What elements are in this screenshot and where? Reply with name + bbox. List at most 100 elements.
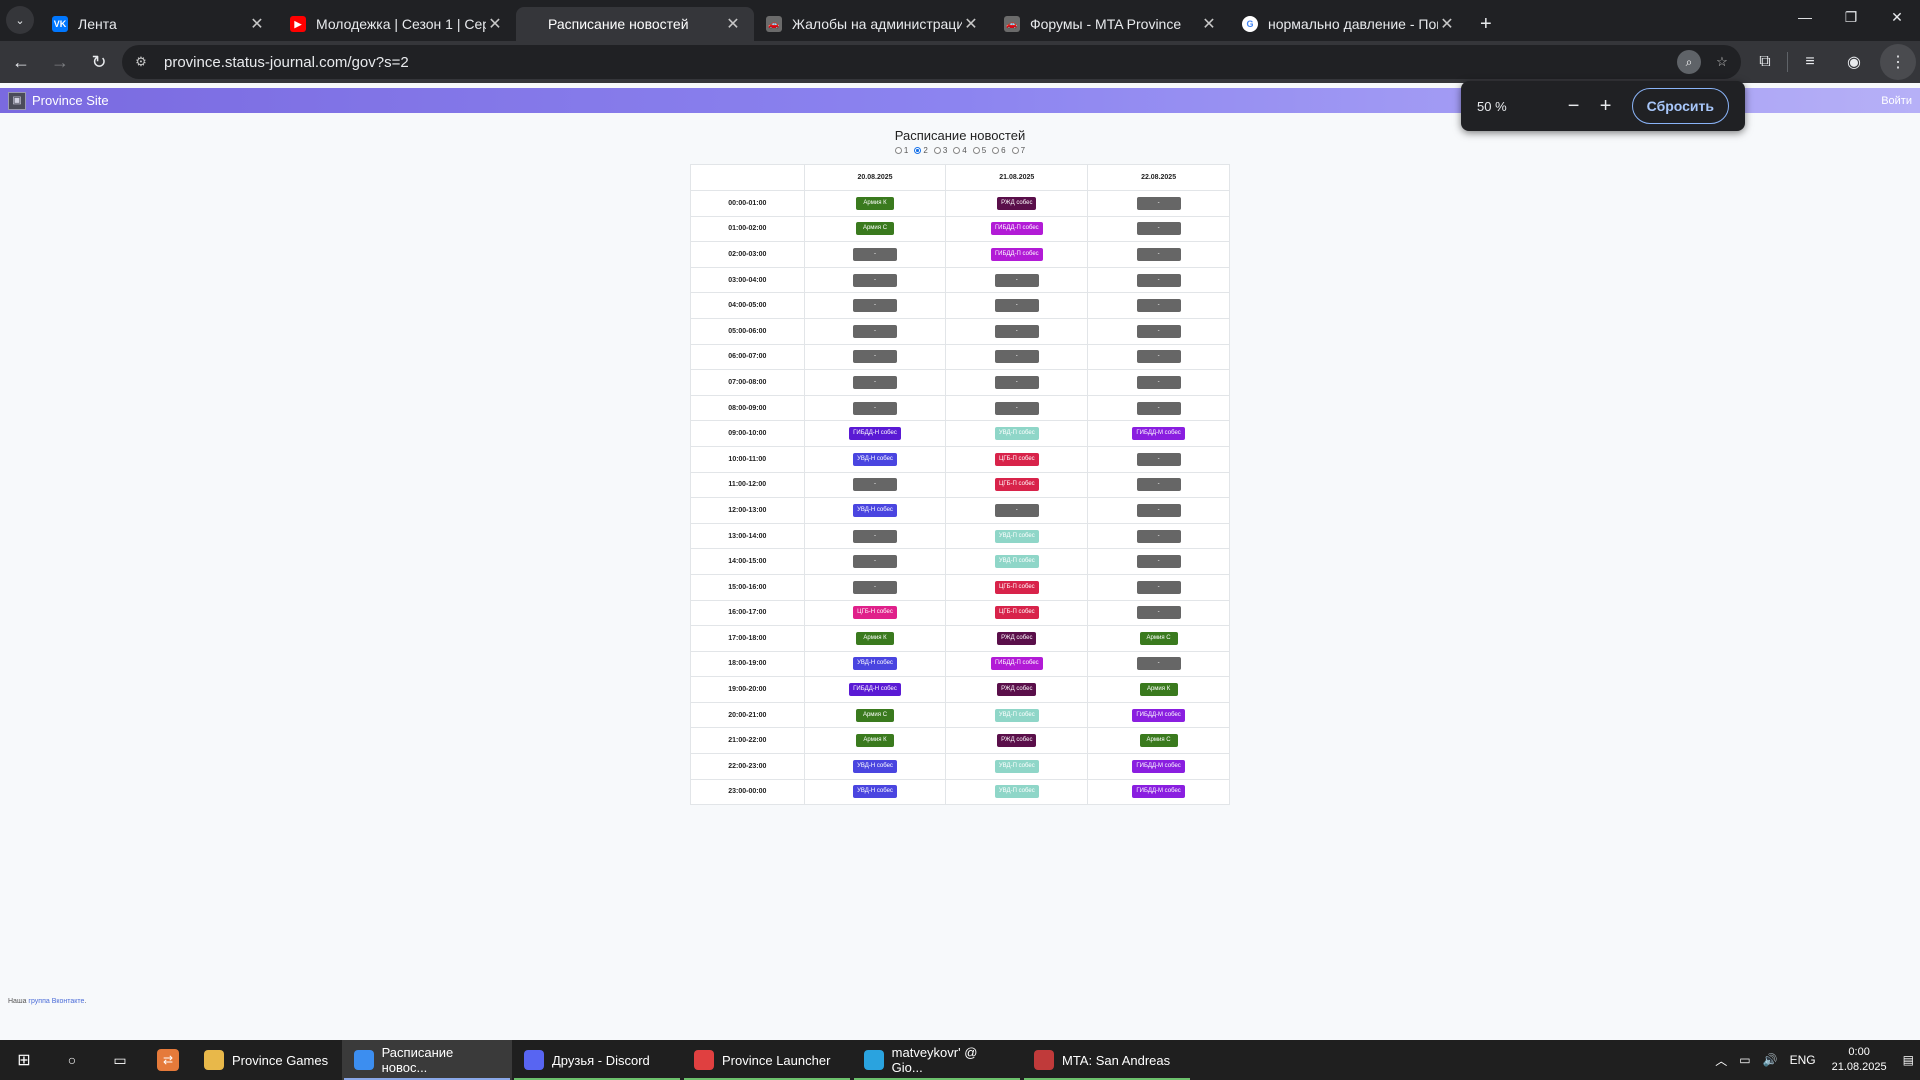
event-badge: - — [853, 529, 898, 543]
url-text[interactable]: province.status-journal.com/gov?s=2 — [164, 54, 1677, 71]
volume-icon[interactable]: 🔊 — [1757, 1053, 1784, 1067]
footer-prefix: Наша — [8, 998, 29, 1005]
close-tab-icon[interactable]: ✕ — [1200, 14, 1218, 34]
new-tab-button[interactable]: + — [1468, 7, 1504, 41]
browser-tab[interactable]: 🚗 Жалобы на администрацию /✕ — [754, 7, 992, 41]
schedule-cell: - — [945, 369, 1089, 396]
schedule-cell: ЦГБ-П собес — [945, 445, 1089, 473]
page-radio[interactable]: 7 — [1011, 146, 1025, 155]
tab-title: Молодежка | Сезон 1 | Серия — [316, 16, 486, 32]
page-radio[interactable]: 3 — [933, 146, 947, 155]
radio-button[interactable] — [914, 147, 922, 154]
event-badge: Армия С — [856, 708, 895, 722]
task-view-icon[interactable]: ▭ — [96, 1040, 144, 1080]
vk-group-link[interactable]: группа Вконтакте — [28, 998, 84, 1005]
window-controls: — ❐ ✕ — [1782, 0, 1920, 34]
login-link[interactable]: Войти — [1881, 95, 1912, 107]
taskbar-app[interactable]: Расписание новос... — [342, 1040, 512, 1080]
zoom-icon[interactable]: ⌕ — [1677, 50, 1701, 74]
forward-button[interactable]: → — [42, 44, 78, 80]
clock[interactable]: 0:00 21.08.2025 — [1822, 1045, 1897, 1075]
page-radio[interactable]: 5 — [972, 146, 987, 155]
schedule-cell: ГИБДД-Н собес — [803, 676, 947, 703]
radio-label: 5 — [981, 146, 987, 155]
schedule-cell: УВД-П собес — [945, 701, 1089, 729]
restore-button[interactable]: ❐ — [1828, 0, 1874, 34]
tab-search-button[interactable]: ⌄ — [6, 6, 34, 34]
search-icon[interactable]: ○ — [48, 1040, 96, 1080]
event-badge: Армия С — [856, 222, 895, 236]
radio-button[interactable] — [953, 147, 961, 154]
schedule-cell: - — [803, 522, 947, 550]
close-tab-icon[interactable]: ✕ — [962, 14, 980, 34]
page-radio[interactable]: 1 — [894, 146, 908, 155]
close-tab-icon[interactable]: ✕ — [486, 14, 504, 34]
browser-tab[interactable]: Расписание новостей ✕ — [516, 7, 754, 41]
page-selector: 1 2 3 4 5 6 7 — [0, 146, 1920, 155]
windows-start-icon[interactable]: ⊞ — [0, 1040, 48, 1080]
time-slot: 22:00-23:00 — [690, 753, 805, 780]
extensions-icon[interactable]: ⧉ — [1747, 44, 1783, 80]
pinned-app-icon[interactable]: ⇄ — [144, 1040, 192, 1080]
table-row: 23:00-00:00 УВД-Н собес УВД-П собес ГИБДД-М… — [690, 778, 1230, 806]
table-header-row: 20.08.2025 21.08.2025 22.08.2025 — [690, 164, 1230, 191]
taskbar-app[interactable]: Друзья - Discord — [512, 1040, 682, 1080]
browser-tab[interactable]: ▶ Молодежка | Сезон 1 | Серия✕ — [278, 7, 516, 41]
close-tab-icon[interactable]: ✕ — [1438, 14, 1456, 34]
radio-button[interactable] — [1011, 147, 1019, 154]
taskbar-app[interactable]: Province Launcher — [682, 1040, 852, 1080]
address-bar[interactable]: ⚙ province.status-journal.com/gov?s=2 ⌕ … — [122, 45, 1741, 79]
table-row: 03:00-04:00 - - - — [690, 266, 1230, 294]
time-slot: 07:00-08:00 — [690, 369, 805, 396]
schedule-cell: УВД-Н собес — [803, 753, 947, 780]
browser-menu-icon[interactable]: ⋮ — [1880, 44, 1916, 80]
media-controls-icon[interactable]: ≡ — [1792, 44, 1828, 80]
reload-button[interactable]: ↻ — [81, 44, 117, 80]
close-window-button[interactable]: ✕ — [1874, 0, 1920, 34]
close-tab-icon[interactable]: ✕ — [248, 14, 266, 34]
date-header: 21.08.2025 — [945, 164, 1089, 191]
notifications-icon[interactable]: ▤ — [1897, 1053, 1920, 1067]
radio-button[interactable] — [972, 147, 980, 154]
radio-button[interactable] — [992, 147, 1000, 154]
tab-title: Расписание новостей — [548, 16, 689, 32]
site-name[interactable]: Province Site — [32, 93, 109, 108]
site-logo-icon[interactable]: ▣ — [8, 91, 26, 110]
zoom-out-button[interactable]: − — [1558, 95, 1590, 118]
zoom-reset-button[interactable]: Сбросить — [1631, 88, 1729, 124]
language-indicator[interactable]: ENG — [1784, 1053, 1822, 1067]
minimize-button[interactable]: — — [1782, 0, 1828, 34]
bookmark-star-icon[interactable]: ☆ — [1711, 51, 1733, 73]
page-radio[interactable]: 4 — [953, 146, 967, 155]
event-badge: ГИБДД-М собес — [1132, 759, 1185, 773]
taskbar-app[interactable]: Province Games — [192, 1040, 342, 1080]
schedule-cell: РЖД собес — [945, 625, 1089, 652]
taskbar-app[interactable]: MTA: San Andreas — [1022, 1040, 1192, 1080]
page-radio[interactable]: 6 — [992, 146, 1006, 155]
network-icon[interactable]: ▭ — [1733, 1053, 1756, 1067]
browser-tab[interactable]: 🚗 Форумы - MTA Province ✕ — [992, 7, 1230, 41]
tray-chevron-icon[interactable]: ︿ — [1709, 1052, 1733, 1069]
event-badge: Армия К — [856, 196, 895, 210]
close-tab-icon[interactable]: ✕ — [724, 14, 742, 34]
event-badge: - — [853, 401, 898, 415]
back-button[interactable]: ← — [3, 44, 39, 80]
site-info-icon[interactable]: ⚙ — [130, 51, 152, 73]
browser-tab[interactable]: Gнормально давление - Поиск✕ — [1230, 7, 1468, 41]
zoom-in-button[interactable]: + — [1590, 95, 1622, 118]
radio-button[interactable] — [933, 147, 941, 154]
schedule-cell: - — [803, 394, 947, 422]
table-row: 20:00-21:00 Армия С УВД-П собес ГИБДД-М соб… — [690, 701, 1230, 729]
taskbar-app[interactable]: matveykovr' @ Gio... — [852, 1040, 1022, 1080]
schedule-cell: - — [945, 394, 1089, 422]
radio-button[interactable] — [894, 147, 902, 154]
browser-tab[interactable]: VK Лента ✕ — [40, 7, 278, 41]
event-badge: УВД-Н собес — [853, 785, 897, 799]
profile-icon[interactable]: ◉ — [1836, 44, 1872, 80]
event-badge: ЦГБ-П собес — [994, 580, 1039, 594]
radio-label: 4 — [962, 146, 967, 155]
event-badge: УВД-П собес — [994, 555, 1039, 569]
page-radio[interactable]: 2 — [914, 146, 928, 155]
launcher-icon — [694, 1050, 714, 1070]
schedule-cell: Армия К — [803, 625, 947, 652]
